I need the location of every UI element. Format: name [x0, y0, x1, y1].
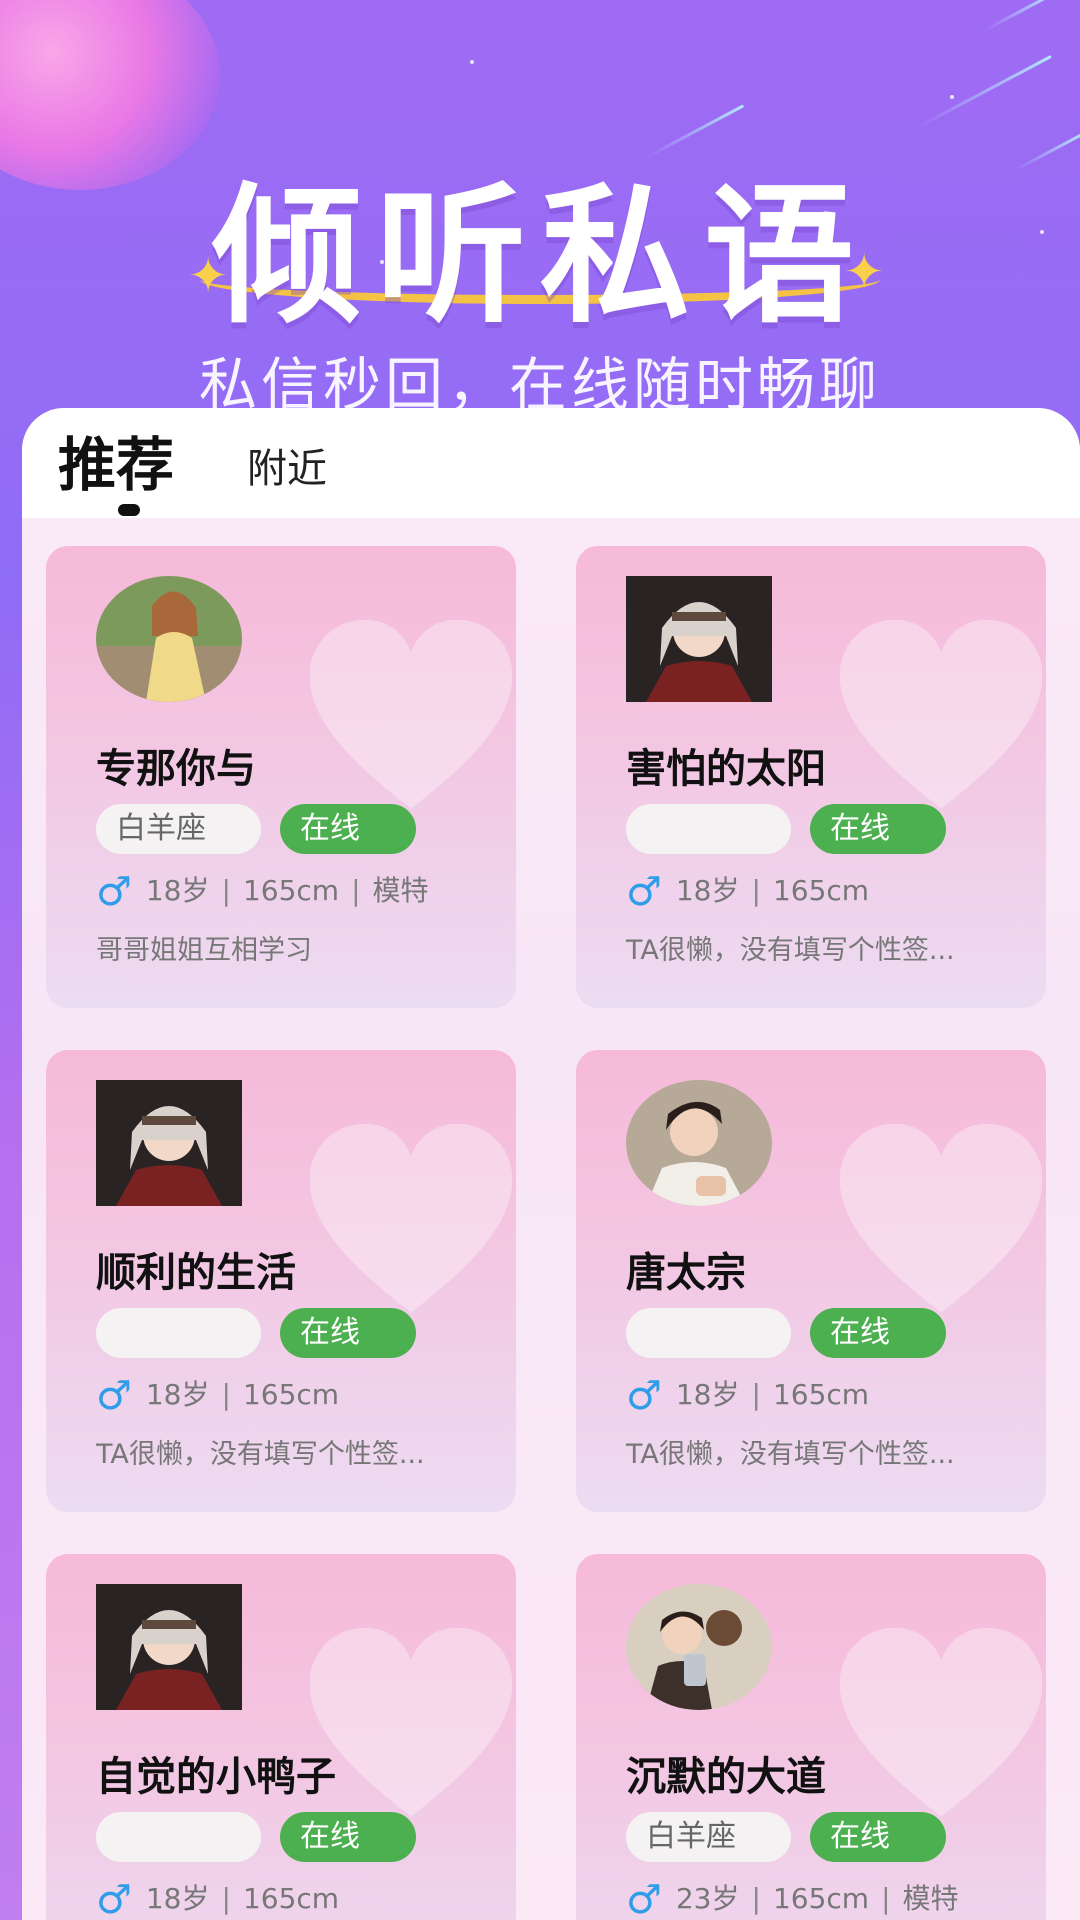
height-text: 165cm: [242, 1882, 340, 1915]
job-text: 模特: [902, 1882, 959, 1915]
user-name: 害怕的太阳: [626, 746, 826, 792]
meteor-decoration: [918, 54, 1052, 129]
avatar[interactable]: [626, 1080, 772, 1206]
online-status-badge: 在线: [280, 804, 416, 854]
zodiac-badge: 白羊座: [96, 804, 261, 854]
signature-text: TA很懒，没有填写个性签...: [96, 1439, 425, 1470]
job-text: 模特: [372, 874, 429, 907]
tab-recommend[interactable]: 推荐: [58, 418, 174, 502]
zodiac-badge: [626, 804, 791, 854]
heart-icon: [309, 619, 513, 809]
male-icon: ♂: [96, 869, 132, 915]
avatar[interactable]: [626, 576, 772, 702]
online-status-badge: 在线: [280, 1308, 416, 1358]
zodiac-badge: [96, 1308, 261, 1358]
online-status-badge: 在线: [810, 1812, 946, 1862]
age-text: 18岁: [145, 1378, 210, 1411]
heart-icon: [309, 1627, 513, 1817]
age-text: 18岁: [145, 874, 210, 907]
height-text: 165cm: [772, 874, 870, 907]
tab-bar: 推荐 附近: [22, 408, 1080, 518]
user-stats: ♂ 18岁 | 165cm: [626, 868, 870, 915]
divider: |: [751, 874, 761, 907]
divider: |: [221, 1882, 231, 1915]
user-name: 唐太宗: [626, 1250, 746, 1296]
star-decoration: [950, 95, 954, 99]
signature-text: 哥哥姐姐互相学习: [96, 935, 312, 966]
profile-card[interactable]: 顺利的生活 在线 ♂ 18岁 | 165cm TA很懒，没有填写个性签...: [46, 1050, 516, 1512]
zodiac-badge: [626, 1308, 791, 1358]
divider: |: [351, 874, 361, 907]
heart-icon: [839, 1627, 1043, 1817]
heart-icon: [309, 1123, 513, 1313]
user-stats: ♂ 18岁 | 165cm | 模特: [96, 868, 429, 915]
height-text: 165cm: [242, 874, 340, 907]
profile-card[interactable]: 唐太宗 在线 ♂ 18岁 | 165cm TA很懒，没有填写个性签...: [576, 1050, 1046, 1512]
meteor-decoration: [983, 0, 1057, 32]
age-text: 18岁: [145, 1882, 210, 1915]
user-stats: ♂ 23岁 | 165cm | 模特: [626, 1876, 959, 1920]
divider: |: [751, 1378, 761, 1411]
profile-card[interactable]: 害怕的太阳 在线 ♂ 18岁 | 165cm TA很懒，没有填写个性签...: [576, 546, 1046, 1008]
avatar[interactable]: [96, 1584, 242, 1710]
divider: |: [221, 874, 231, 907]
content-sheet: 推荐 附近 专那你与 白羊座 在线 ♂ 18岁 | 165cm | 模特 哥哥姐姐互相学习…: [22, 408, 1080, 1920]
male-icon: ♂: [626, 1373, 662, 1419]
age-text: 18岁: [675, 874, 740, 907]
user-stats: ♂ 18岁 | 165cm: [626, 1372, 870, 1419]
age-text: 23岁: [675, 1882, 740, 1915]
profile-card[interactable]: 专那你与 白羊座 在线 ♂ 18岁 | 165cm | 模特 哥哥姐姐互相学习: [46, 546, 516, 1008]
online-status-badge: 在线: [280, 1812, 416, 1862]
age-text: 18岁: [675, 1378, 740, 1411]
user-name: 顺利的生活: [96, 1250, 296, 1296]
divider: |: [751, 1882, 761, 1915]
avatar[interactable]: [626, 1584, 772, 1710]
male-icon: ♂: [626, 1877, 662, 1920]
user-name: 自觉的小鸭子: [96, 1754, 336, 1800]
avatar[interactable]: [96, 576, 242, 702]
signature-text: TA很懒，没有填写个性签...: [626, 935, 955, 966]
tab-nearby[interactable]: 附近: [247, 436, 327, 494]
user-stats: ♂ 18岁 | 165cm: [96, 1372, 340, 1419]
user-stats: ♂ 18岁 | 165cm: [96, 1876, 339, 1920]
header-banner: ✦ ✦ 倾听私语 私信秒回，在线随时畅聊: [0, 0, 1080, 420]
heart-icon: [839, 1123, 1043, 1313]
divider: |: [221, 1378, 231, 1411]
signature-text: TA很懒，没有填写个性签...: [626, 1439, 955, 1470]
male-icon: ♂: [96, 1877, 132, 1920]
divider: |: [881, 1882, 891, 1915]
height-text: 165cm: [772, 1882, 870, 1915]
height-text: 165cm: [242, 1378, 340, 1411]
star-decoration: [470, 60, 474, 64]
zodiac-badge: [96, 1812, 261, 1862]
hero-title: 倾听私语: [211, 170, 868, 344]
online-status-badge: 在线: [810, 1308, 946, 1358]
profile-card[interactable]: 沉默的大道 白羊座 在线 ♂ 23岁 | 165cm | 模特: [576, 1554, 1046, 1920]
zodiac-badge: 白羊座: [626, 1812, 791, 1862]
male-icon: ♂: [626, 869, 662, 915]
male-icon: ♂: [96, 1373, 132, 1419]
heart-icon: [839, 619, 1043, 809]
online-status-badge: 在线: [810, 804, 946, 854]
height-text: 165cm: [772, 1378, 870, 1411]
avatar[interactable]: [96, 1080, 242, 1206]
user-name: 沉默的大道: [626, 1754, 826, 1800]
user-name: 专那你与: [96, 746, 256, 792]
profile-card[interactable]: 自觉的小鸭子 在线 ♂ 18岁 | 165cm: [46, 1554, 516, 1920]
active-tab-indicator: [118, 504, 140, 516]
